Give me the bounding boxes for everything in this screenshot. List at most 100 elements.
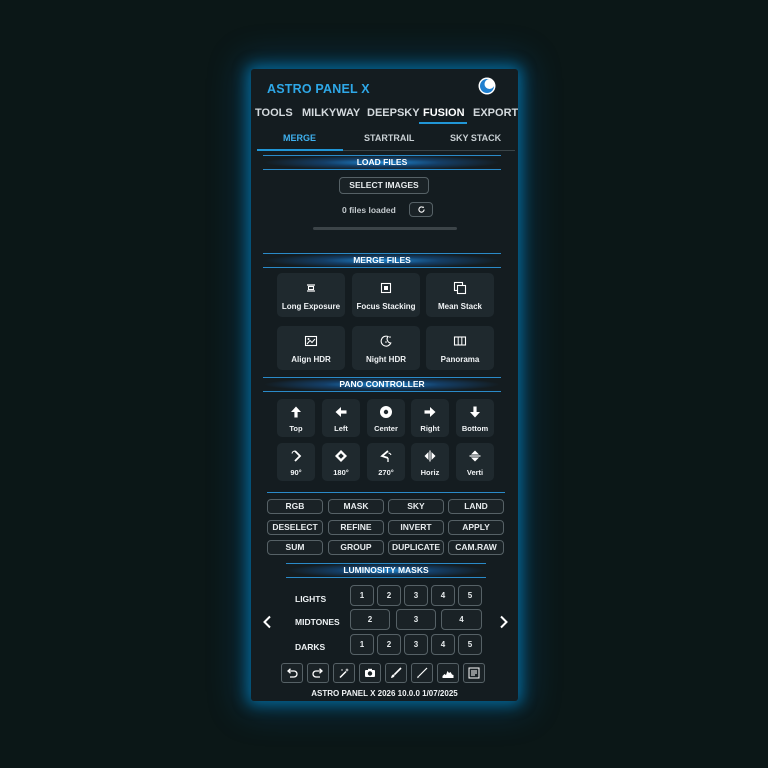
rotate-180-icon	[335, 450, 347, 462]
long-exposure-button[interactable]: Long Exposure	[277, 273, 345, 317]
pano-left-button[interactable]: Left	[322, 399, 360, 437]
lights-4-button[interactable]: 4	[431, 585, 455, 606]
pano-button-label: Right	[420, 424, 440, 433]
darks-1-button[interactable]: 1	[350, 634, 374, 655]
darks-3-button[interactable]: 3	[404, 634, 428, 655]
midtones-2-button[interactable]: 2	[350, 609, 390, 630]
reset-files-button[interactable]	[409, 202, 433, 217]
arrow-left-icon	[335, 407, 347, 417]
mean-stack-icon	[453, 281, 467, 295]
land-button[interactable]: LAND	[448, 499, 504, 514]
magic-wand-button[interactable]	[333, 663, 355, 683]
theme-toggle-moon-icon[interactable]	[478, 77, 496, 95]
lights-3-button[interactable]: 3	[404, 585, 428, 606]
night-hdr-icon	[380, 335, 392, 347]
subtab-merge[interactable]: MERGE	[283, 133, 316, 143]
center-icon	[380, 406, 392, 418]
flip-vertical-icon	[469, 450, 481, 462]
tab-deepsky[interactable]: DEEPSKY	[367, 104, 420, 124]
pano-button-label: Center	[374, 424, 398, 433]
invert-button[interactable]: INVERT	[388, 520, 444, 535]
fine-brush-button[interactable]	[411, 663, 433, 683]
pano-right-button[interactable]: Right	[411, 399, 449, 437]
lights-5-button[interactable]: 5	[458, 585, 482, 606]
section-divider	[267, 492, 505, 493]
previous-arrow-icon[interactable]	[262, 615, 272, 629]
mean-stack-button[interactable]: Mean Stack	[426, 273, 494, 317]
subtab-startrail[interactable]: STARTRAIL	[364, 133, 414, 143]
fine-brush-icon	[417, 667, 428, 679]
midtones-3-button[interactable]: 3	[396, 609, 436, 630]
darks-5-button[interactable]: 5	[458, 634, 482, 655]
astro-panel: ASTRO PANEL X TOOLS MILKYWAY DEEPSKY FUS…	[251, 69, 518, 701]
tab-export[interactable]: EXPORT	[473, 104, 518, 124]
redo-button[interactable]	[307, 663, 329, 683]
duplicate-button[interactable]: DUPLICATE	[388, 540, 444, 555]
app-title: ASTRO PANEL X	[267, 82, 370, 96]
magic-wand-icon	[339, 668, 349, 679]
pano-center-button[interactable]: Center	[367, 399, 405, 437]
focus-stacking-button[interactable]: Focus Stacking	[352, 273, 420, 317]
pano-top-button[interactable]: Top	[277, 399, 315, 437]
panorama-icon	[453, 336, 467, 346]
flip-horizontal-button[interactable]: Horiz	[411, 443, 449, 481]
tab-milkyway[interactable]: MILKYWAY	[302, 104, 360, 124]
midtones-4-button[interactable]: 4	[441, 609, 482, 630]
select-images-button[interactable]: SELECT IMAGES	[339, 177, 429, 194]
rgb-button[interactable]: RGB	[267, 499, 323, 514]
pano-bottom-button[interactable]: Bottom	[456, 399, 494, 437]
rotate-270-icon	[380, 450, 392, 462]
next-arrow-icon[interactable]	[499, 615, 509, 629]
lights-1-button[interactable]: 1	[350, 585, 374, 606]
midtones-label: MIDTONES	[295, 617, 340, 627]
rotate-90-button[interactable]: 90°	[277, 443, 315, 481]
lights-2-button[interactable]: 2	[377, 585, 401, 606]
panorama-button[interactable]: Panorama	[426, 326, 494, 370]
card-label: Align HDR	[291, 355, 331, 364]
pano-button-label: Top	[289, 424, 303, 433]
rotate-180-button[interactable]: 180°	[322, 443, 360, 481]
load-progress-bar	[313, 227, 457, 230]
card-label: Focus Stacking	[356, 302, 416, 311]
darks-2-button[interactable]: 2	[377, 634, 401, 655]
long-exposure-icon	[307, 284, 315, 292]
main-tabs: TOOLS MILKYWAY DEEPSKY FUSION EXPORT	[251, 104, 518, 124]
arrow-up-icon	[291, 406, 301, 418]
night-hdr-button[interactable]: Night HDR	[352, 326, 420, 370]
active-tab-indicator	[419, 122, 467, 124]
align-hdr-button[interactable]: Align HDR	[277, 326, 345, 370]
version-footer: ASTRO PANEL X 2026 10.0.0 1/07/2025	[311, 689, 458, 698]
deselect-button[interactable]: DESELECT	[267, 520, 323, 535]
card-label: Long Exposure	[281, 302, 341, 311]
tab-tools[interactable]: TOOLS	[255, 104, 293, 124]
pano-button-label: 270°	[378, 468, 394, 477]
info-panel-button[interactable]	[463, 663, 485, 683]
undo-button[interactable]	[281, 663, 303, 683]
sky-button[interactable]: SKY	[388, 499, 444, 514]
group-button[interactable]: GROUP	[328, 540, 384, 555]
tab-fusion[interactable]: FUSION	[423, 104, 465, 124]
mask-button[interactable]: MASK	[328, 499, 384, 514]
camera-button[interactable]	[359, 663, 381, 683]
darks-4-button[interactable]: 4	[431, 634, 455, 655]
cam-raw-button[interactable]: CAM.RAW	[448, 540, 504, 555]
refine-button[interactable]: REFINE	[328, 520, 384, 535]
pano-button-label: Horiz	[420, 468, 440, 477]
pano-button-label: Verti	[466, 468, 484, 477]
sum-button[interactable]: SUM	[267, 540, 323, 555]
card-label: Panorama	[440, 355, 480, 364]
rotate-270-button[interactable]: 270°	[367, 443, 405, 481]
flip-vertical-button[interactable]: Verti	[456, 443, 494, 481]
pano-button-label: Left	[334, 424, 348, 433]
subtab-sky-stack[interactable]: SKY STACK	[450, 133, 501, 143]
pano-controller-header: PANO CONTROLLER	[263, 377, 501, 392]
histogram-icon	[442, 671, 454, 678]
rotate-90-icon	[291, 450, 302, 462]
brush-button[interactable]	[385, 663, 407, 683]
active-subtab-indicator	[257, 149, 343, 151]
flip-horizontal-icon	[424, 450, 436, 462]
refresh-icon	[417, 206, 425, 213]
undo-icon	[287, 668, 298, 678]
histogram-button[interactable]	[437, 663, 459, 683]
apply-button[interactable]: APPLY	[448, 520, 504, 535]
